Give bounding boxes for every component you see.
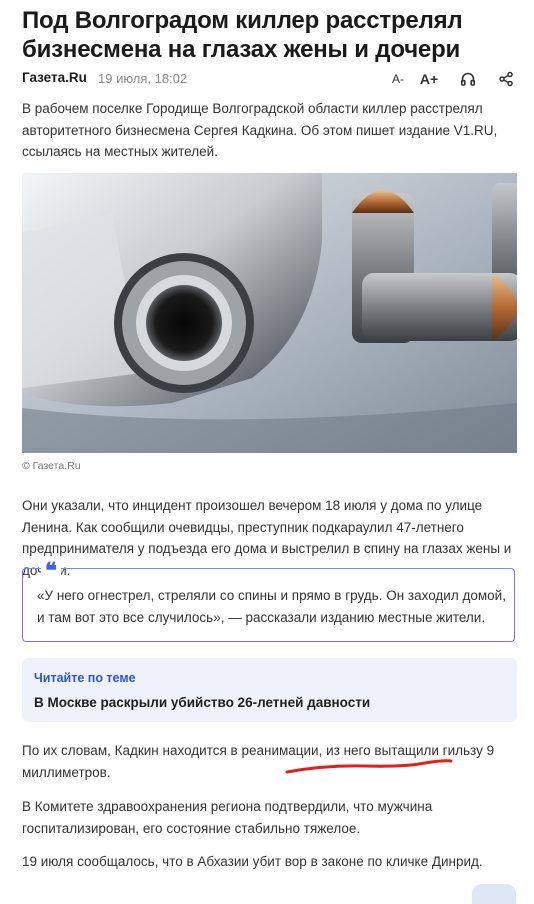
article-paragraph: В Комитете здравоохранения региона подтв…	[22, 799, 433, 836]
related-article-card[interactable]: Читайте по теме В Москве раскрыли убийст…	[22, 658, 517, 722]
floating-button[interactable]	[472, 884, 516, 904]
article-title: Под Волгоградом киллер расстрелял бизнес…	[22, 7, 463, 63]
font-increase-button[interactable]: A+	[418, 69, 440, 89]
article-paragraph: 19 июля сообщалось, что в Абхазии убит в…	[22, 854, 483, 869]
quote-text: «У него огнестрел, стреляли со спины и п…	[37, 588, 506, 625]
related-label: Читайте по теме	[34, 671, 136, 685]
headphones-icon[interactable]	[458, 69, 478, 89]
red-underline-mark	[285, 759, 453, 774]
share-icon[interactable]	[496, 69, 516, 89]
article-meta: Газета.Ru 19 июля, 18:02 A- A+	[22, 69, 518, 89]
publish-date: 19 июля, 18:02	[98, 71, 188, 86]
related-article-link[interactable]: В Москве раскрыли убийство 26-летней дав…	[34, 695, 370, 710]
quote-icon: ❝	[41, 560, 61, 582]
article-image	[22, 173, 517, 453]
quote-block: ❝ «У него огнестрел, стреляли со спины и…	[22, 560, 515, 642]
source-link[interactable]: Газета.Ru	[22, 70, 87, 85]
article-page: Под Волгоградом киллер расстрелял бизнес…	[0, 0, 534, 904]
font-decrease-button[interactable]: A-	[388, 69, 408, 89]
image-caption: © Газета.Ru	[22, 460, 81, 472]
article-paragraph: В рабочем поселке Городище Волгоградской…	[22, 101, 498, 159]
